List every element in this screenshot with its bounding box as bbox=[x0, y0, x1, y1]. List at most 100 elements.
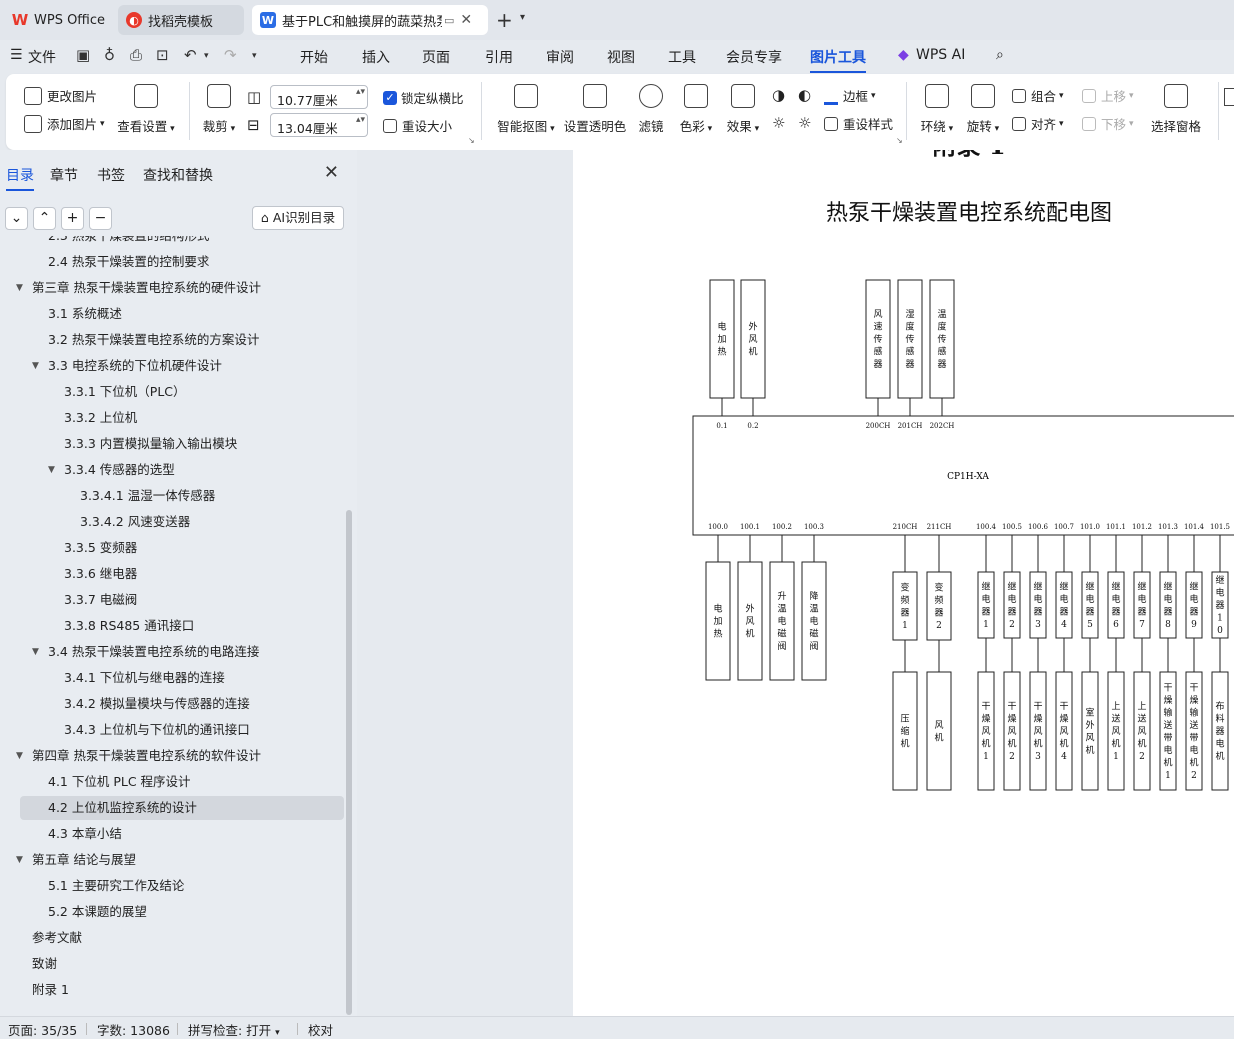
reset-style-button[interactable]: 重设样式 bbox=[824, 114, 893, 133]
add-picture-button[interactable]: 添加图片 ▾ bbox=[24, 114, 105, 133]
height-input[interactable]: 13.04厘米 bbox=[270, 113, 368, 137]
quick-export-icon[interactable]: ♁ bbox=[104, 46, 115, 64]
menu-tools[interactable]: 工具 bbox=[668, 47, 696, 67]
toc-item[interactable]: ▼ 第四章 热泵干燥装置电控系统的软件设计 bbox=[16, 744, 344, 768]
print-icon[interactable]: ⎙ bbox=[130, 46, 142, 64]
proofread-button[interactable]: 校对 bbox=[308, 1020, 333, 1039]
print-preview-icon[interactable]: ⊡ bbox=[156, 46, 169, 64]
group-button[interactable]: 组合 ▾ bbox=[1012, 86, 1064, 105]
menu-wps-ai[interactable]: WPS AI bbox=[916, 47, 965, 63]
collapse-triangle-icon[interactable]: ▼ bbox=[16, 848, 23, 872]
toc-scrollbar[interactable] bbox=[346, 510, 352, 1015]
hamburger-icon[interactable]: ☰ bbox=[10, 47, 23, 63]
filter-button[interactable]: 滤镜 bbox=[626, 84, 676, 135]
menu-file[interactable]: 文件 bbox=[28, 47, 56, 67]
menu-insert[interactable]: 插入 bbox=[362, 47, 390, 67]
brightness-icon[interactable]: ◑ bbox=[772, 86, 785, 104]
toc-item[interactable]: 3.2 热泵干燥装置电控系统的方案设计 bbox=[20, 328, 344, 352]
reset-size-button[interactable]: 重设大小 bbox=[383, 116, 452, 135]
width-input[interactable]: 10.77厘米 bbox=[270, 85, 368, 109]
collapse-triangle-icon[interactable]: ▼ bbox=[16, 744, 23, 768]
toc-item[interactable]: ▼ 3.3 电控系统的下位机硬件设计 bbox=[20, 354, 344, 378]
toc-item[interactable]: 参考文献 bbox=[20, 926, 344, 950]
collapse-up-icon[interactable]: ⌃ bbox=[33, 207, 56, 230]
wrap-button[interactable]: 环绕 ▾ bbox=[912, 84, 962, 135]
increase-brightness-icon[interactable]: ☼ bbox=[772, 114, 785, 132]
select-pane-button[interactable]: 选择窗格 bbox=[1146, 84, 1206, 135]
monitor-icon[interactable]: ▭ bbox=[444, 14, 454, 27]
toc-item[interactable]: 3.3.7 电磁阀 bbox=[20, 588, 344, 612]
tab-document[interactable]: W 基于PLC和触摸屏的蔬菜热泵 ▭ ✕ bbox=[252, 5, 488, 35]
toc-item[interactable]: 3.4.1 下位机与继电器的连接 bbox=[20, 666, 344, 690]
toc-item[interactable]: 3.3.3 内置模拟量输入输出模块 bbox=[20, 432, 344, 456]
style-dialog-launcher-icon[interactable]: ↘ bbox=[896, 136, 903, 145]
crop-button[interactable]: 裁剪 ▾ bbox=[196, 84, 242, 135]
menu-view[interactable]: 视图 bbox=[607, 47, 635, 67]
toc-item[interactable]: 2.4 热泵干燥装置的控制要求 bbox=[20, 250, 344, 274]
toc-item[interactable]: 3.3.4.2 风速变送器 bbox=[20, 510, 344, 534]
color-button[interactable]: 色彩 ▾ bbox=[671, 84, 721, 135]
view-settings-button[interactable]: 查看设置 ▾ bbox=[112, 84, 180, 135]
collapse-triangle-icon[interactable]: ▼ bbox=[48, 458, 55, 482]
word-count[interactable]: 字数: 13086 bbox=[97, 1020, 170, 1039]
toc-item[interactable]: 4.3 本章小结 bbox=[20, 822, 344, 846]
toc-item[interactable]: 3.3.2 上位机 bbox=[20, 406, 344, 430]
save-icon[interactable]: ▣ bbox=[76, 46, 90, 64]
effect-button[interactable]: 效果 ▾ bbox=[718, 84, 768, 135]
toc-item[interactable]: 附录 1 bbox=[20, 978, 344, 1002]
toc-item[interactable]: 3.4.2 模拟量模块与传感器的连接 bbox=[20, 692, 344, 716]
toc-item[interactable]: 3.3.1 下位机（PLC） bbox=[20, 380, 344, 404]
toc-item[interactable]: ▼ 3.4 热泵干燥装置电控系统的电路连接 bbox=[20, 640, 344, 664]
toc-item[interactable]: ▼ 3.3.4 传感器的选型 bbox=[20, 458, 344, 482]
menu-page[interactable]: 页面 bbox=[422, 47, 450, 67]
collapse-triangle-icon[interactable]: ▼ bbox=[32, 640, 39, 664]
toc-item[interactable]: 4.1 下位机 PLC 程序设计 bbox=[20, 770, 344, 794]
ai-recognize-toc-button[interactable]: ⌂ AI识别目录 bbox=[252, 206, 344, 230]
new-tab-icon[interactable]: + bbox=[496, 8, 513, 32]
tab-wps-office[interactable]: W WPS Office bbox=[4, 5, 110, 35]
undo-icon[interactable]: ↶ bbox=[184, 46, 197, 64]
toc-item[interactable]: 致谢 bbox=[20, 952, 344, 976]
expand-down-icon[interactable]: ⌄ bbox=[5, 207, 28, 230]
toc-item[interactable]: 2.3 热泵干燥装置的结构形式 bbox=[20, 236, 344, 248]
align-button[interactable]: 对齐 ▾ bbox=[1012, 114, 1064, 133]
toc-item[interactable]: 5.1 主要研究工作及结论 bbox=[20, 874, 344, 898]
lock-ratio-checkbox[interactable]: ✓ 锁定纵横比 bbox=[383, 88, 464, 107]
toc-item[interactable]: ▼ 第三章 热泵干燥装置电控系统的硬件设计 bbox=[16, 276, 344, 300]
tab-find-replace[interactable]: 查找和替换 bbox=[143, 165, 213, 185]
toc-item[interactable]: 3.3.5 变频器 bbox=[20, 536, 344, 560]
toc-item[interactable]: 3.3.6 继电器 bbox=[20, 562, 344, 586]
wiring-diagram[interactable]: 附录 1 热泵干燥装置电控系统配电图 CP1H-XA 电加热 0.1 外风机 0.2 风… bbox=[573, 150, 1234, 1016]
decrease-brightness-icon[interactable]: ☼ bbox=[798, 114, 811, 132]
collapse-triangle-icon[interactable]: ▼ bbox=[16, 276, 23, 300]
undo-dropdown-icon[interactable]: ▾ bbox=[204, 51, 209, 61]
toc-item[interactable]: 3.3.8 RS485 通讯接口 bbox=[20, 614, 344, 638]
tab-close-icon[interactable]: ✕ bbox=[460, 12, 472, 28]
menu-picture-tools[interactable]: 图片工具 bbox=[810, 47, 866, 73]
rotate-button[interactable]: 旋转 ▾ bbox=[958, 84, 1008, 135]
toc-item[interactable]: 3.4.3 上位机与下位机的通讯接口 bbox=[20, 718, 344, 742]
tab-bookmarks[interactable]: 书签 bbox=[97, 165, 125, 185]
smart-cutout-button[interactable]: 智能抠图 ▾ bbox=[486, 84, 566, 135]
collapse-triangle-icon[interactable]: ▼ bbox=[32, 354, 39, 378]
menu-member[interactable]: 会员专享 bbox=[726, 47, 782, 67]
page-indicator[interactable]: 页面: 35/35 bbox=[8, 1020, 77, 1039]
border-button[interactable]: 边框 ▾ bbox=[824, 86, 876, 105]
menu-reference[interactable]: 引用 bbox=[485, 47, 513, 67]
change-picture-button[interactable]: 更改图片 bbox=[24, 86, 97, 105]
size-dialog-launcher-icon[interactable]: ↘ bbox=[468, 136, 475, 145]
menu-review[interactable]: 审阅 bbox=[546, 47, 574, 67]
toc-item[interactable]: 3.3.4.1 温湿一体传感器 bbox=[20, 484, 344, 508]
menu-start[interactable]: 开始 bbox=[300, 47, 328, 67]
search-icon[interactable]: ⌕ bbox=[996, 47, 1004, 63]
toc-item[interactable]: 5.2 本课题的展望 bbox=[20, 900, 344, 924]
more-ribbon-icon[interactable] bbox=[1224, 88, 1234, 106]
close-pane-icon[interactable]: ✕ bbox=[324, 162, 339, 183]
tab-toc[interactable]: 目录 bbox=[6, 165, 34, 191]
more-quick-icon[interactable]: ▾ bbox=[252, 51, 257, 61]
toc-item[interactable]: 3.1 系统概述 bbox=[20, 302, 344, 326]
toc-item[interactable]: ▼ 第五章 结论与展望 bbox=[16, 848, 344, 872]
spell-check-toggle[interactable]: 拼写检查: 打开 ▾ bbox=[188, 1020, 280, 1039]
add-heading-icon[interactable]: + bbox=[61, 207, 84, 230]
tab-list-chevron-icon[interactable]: ▾ bbox=[520, 12, 525, 23]
